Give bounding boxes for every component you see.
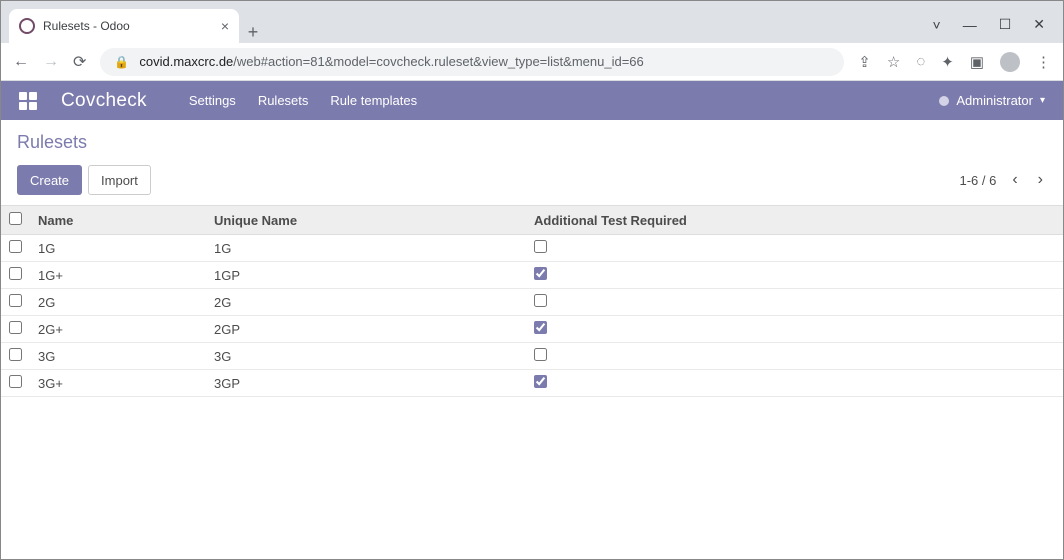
- pager-prev-icon[interactable]: ‹: [1008, 171, 1021, 189]
- panel-icon[interactable]: ▣: [970, 53, 984, 71]
- list-view: Name Unique Name Additional Test Require…: [1, 205, 1063, 397]
- chevron-down-icon: ▾: [1040, 95, 1045, 106]
- cell-unique-name: 2GP: [206, 316, 526, 343]
- cell-name: 3G: [30, 343, 206, 370]
- import-button[interactable]: Import: [88, 165, 151, 195]
- cell-additional: [526, 316, 1063, 343]
- profile-avatar[interactable]: [1000, 52, 1020, 72]
- pager-range[interactable]: 1-6 / 6: [959, 173, 996, 188]
- table-row[interactable]: 3G3G: [1, 343, 1063, 370]
- maximize-icon[interactable]: ☐: [999, 16, 1012, 33]
- additional-checkbox: [534, 294, 547, 307]
- table-row[interactable]: 2G+2GP: [1, 316, 1063, 343]
- additional-checkbox: [534, 240, 547, 253]
- additional-checkbox: [534, 375, 547, 388]
- navbar-menus: Settings Rulesets Rule templates: [189, 93, 417, 108]
- kebab-menu-icon[interactable]: ⋮: [1036, 53, 1051, 71]
- column-name[interactable]: Name: [30, 206, 206, 235]
- cell-unique-name: 2G: [206, 289, 526, 316]
- user-avatar-icon: [939, 96, 949, 106]
- user-name: Administrator: [956, 93, 1033, 108]
- header-select-all: [1, 206, 30, 235]
- cell-name: 2G+: [30, 316, 206, 343]
- tab-title: Rulesets - Odoo: [43, 19, 213, 33]
- close-window-icon[interactable]: ✕: [1033, 16, 1045, 33]
- control-panel: Rulesets Create Import 1-6 / 6 ‹ ›: [1, 120, 1063, 205]
- row-select-checkbox[interactable]: [9, 348, 22, 361]
- url-text: covid.maxcrc.de/web#action=81&model=covc…: [139, 54, 643, 69]
- table-row[interactable]: 1G+1GP: [1, 262, 1063, 289]
- row-select-checkbox[interactable]: [9, 294, 22, 307]
- cell-unique-name: 1G: [206, 235, 526, 262]
- reload-icon[interactable]: ⟳: [73, 52, 86, 72]
- cell-unique-name: 3G: [206, 343, 526, 370]
- window-controls: ˅ — ☐ ✕: [933, 16, 1063, 43]
- user-menu[interactable]: Administrator ▾: [939, 93, 1045, 108]
- pager-next-icon[interactable]: ›: [1034, 171, 1047, 189]
- create-button[interactable]: Create: [17, 165, 82, 195]
- bookmark-icon[interactable]: ☆: [887, 53, 900, 71]
- cell-additional: [526, 262, 1063, 289]
- share-icon[interactable]: ⇪: [858, 53, 871, 71]
- row-select-checkbox[interactable]: [9, 321, 22, 334]
- cell-name: 3G+: [30, 370, 206, 397]
- cell-name: 2G: [30, 289, 206, 316]
- table-row[interactable]: 3G+3GP: [1, 370, 1063, 397]
- menu-rulesets[interactable]: Rulesets: [258, 93, 309, 108]
- cell-unique-name: 1GP: [206, 262, 526, 289]
- cell-additional: [526, 235, 1063, 262]
- app-brand[interactable]: Covcheck: [61, 90, 147, 112]
- additional-checkbox: [534, 321, 547, 334]
- address-bar[interactable]: 🔒 covid.maxcrc.de/web#action=81&model=co…: [100, 48, 844, 76]
- browser-actions: ⇪ ☆ ◌ ✦ ▣ ⋮: [858, 52, 1051, 72]
- select-all-checkbox[interactable]: [9, 212, 22, 225]
- cell-additional: [526, 370, 1063, 397]
- page-title: Rulesets: [17, 132, 1047, 153]
- apps-icon[interactable]: [19, 92, 37, 110]
- cell-name: 1G: [30, 235, 206, 262]
- chevron-down-icon[interactable]: ˅: [933, 17, 941, 33]
- cell-name: 1G+: [30, 262, 206, 289]
- extensions-icon[interactable]: ✦: [941, 53, 954, 71]
- forward-icon: →: [43, 53, 59, 71]
- browser-tab-strip: Rulesets - Odoo × + ˅ — ☐ ✕: [1, 1, 1063, 43]
- pager: 1-6 / 6 ‹ ›: [959, 171, 1047, 189]
- back-icon[interactable]: ←: [13, 53, 29, 71]
- cell-additional: [526, 343, 1063, 370]
- row-select-checkbox[interactable]: [9, 267, 22, 280]
- row-select-checkbox[interactable]: [9, 240, 22, 253]
- column-unique-name[interactable]: Unique Name: [206, 206, 526, 235]
- browser-tab[interactable]: Rulesets - Odoo ×: [9, 9, 239, 43]
- lock-icon: 🔒: [114, 55, 129, 69]
- table-row[interactable]: 1G1G: [1, 235, 1063, 262]
- cell-additional: [526, 289, 1063, 316]
- table-row[interactable]: 2G2G: [1, 289, 1063, 316]
- menu-settings[interactable]: Settings: [189, 93, 236, 108]
- new-tab-button[interactable]: +: [239, 22, 267, 43]
- column-additional[interactable]: Additional Test Required: [526, 206, 1063, 235]
- browser-toolbar: ← → ⟳ 🔒 covid.maxcrc.de/web#action=81&mo…: [1, 43, 1063, 81]
- menu-rule-templates[interactable]: Rule templates: [330, 93, 417, 108]
- minimize-icon[interactable]: —: [963, 17, 977, 33]
- row-select-checkbox[interactable]: [9, 375, 22, 388]
- cell-unique-name: 3GP: [206, 370, 526, 397]
- additional-checkbox: [534, 348, 547, 361]
- odoo-favicon: [19, 18, 35, 34]
- close-tab-icon[interactable]: ×: [221, 18, 229, 34]
- sync-icon[interactable]: ◌: [916, 53, 925, 70]
- odoo-navbar: Covcheck Settings Rulesets Rule template…: [1, 81, 1063, 120]
- additional-checkbox: [534, 267, 547, 280]
